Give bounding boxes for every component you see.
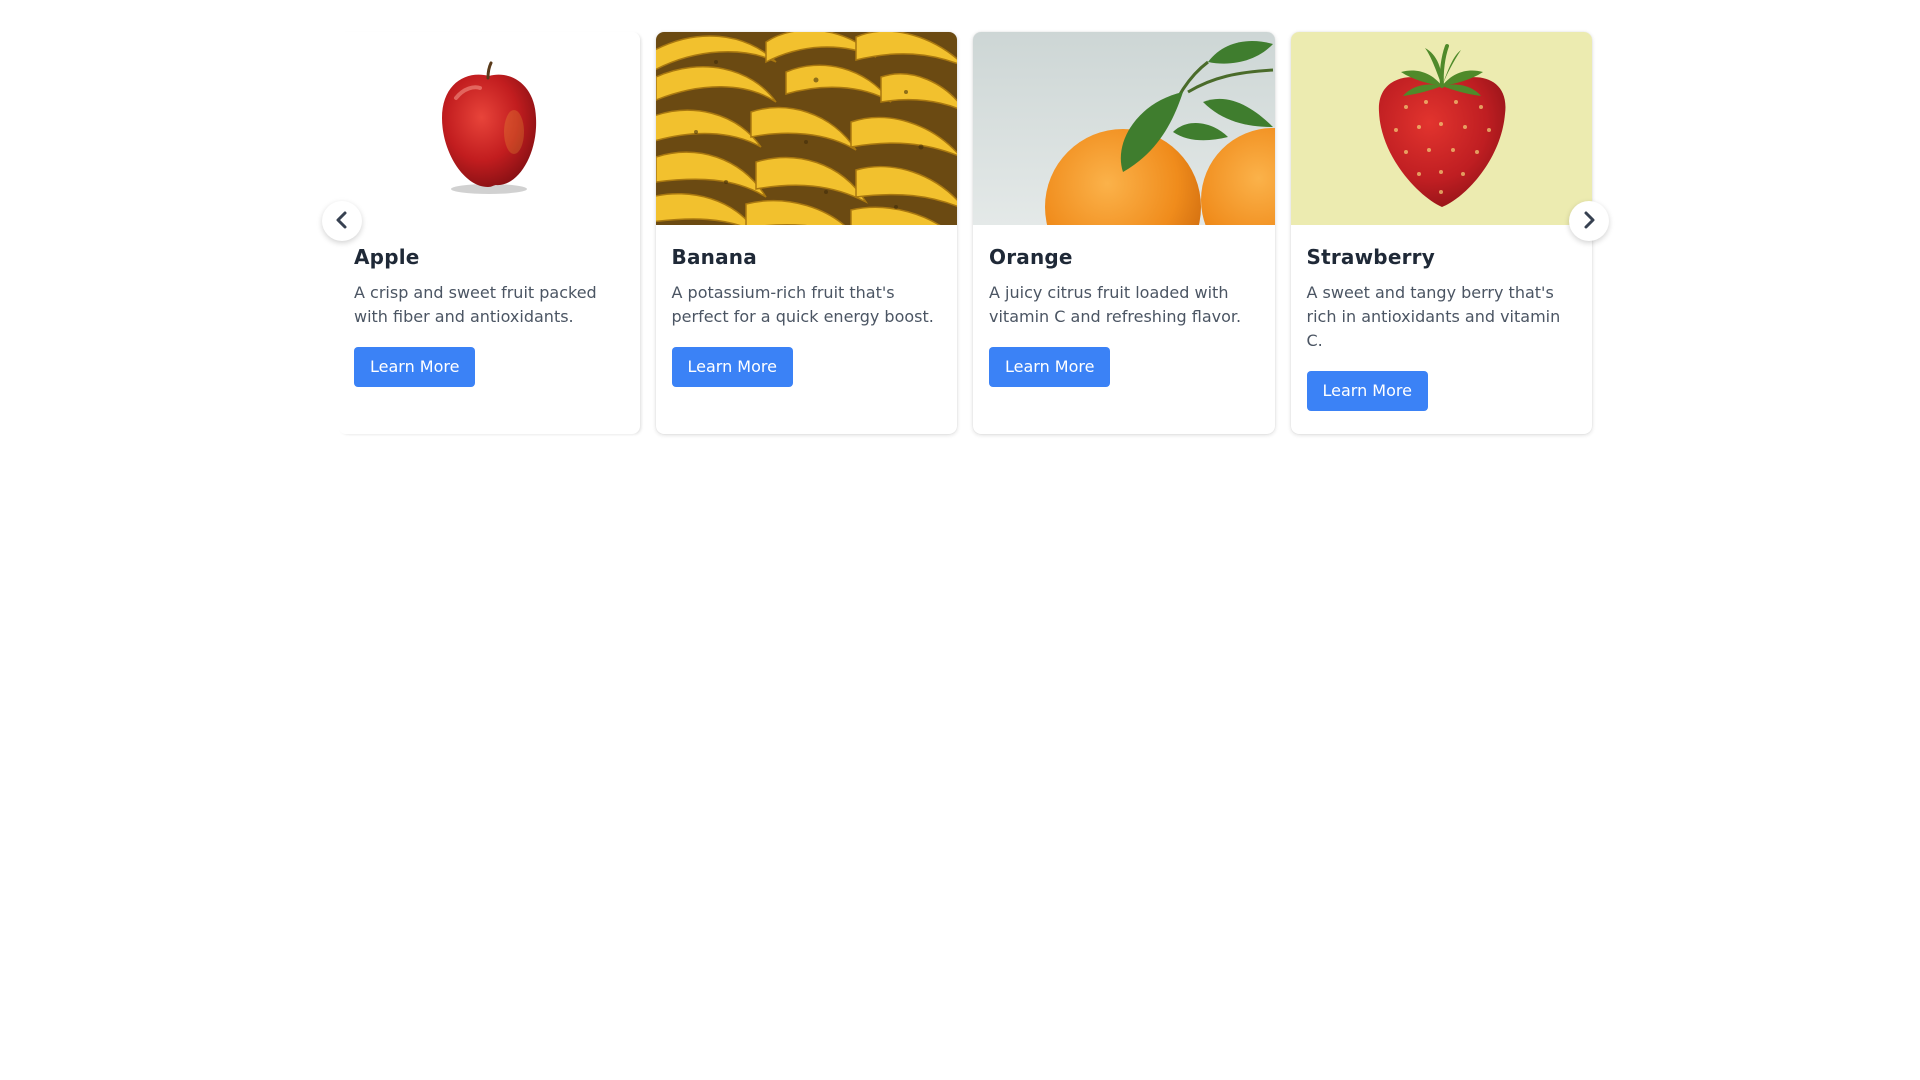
card-banana: Banana A potassium-rich fruit that's per…: [655, 32, 957, 434]
banana-image: [655, 32, 957, 225]
card-description: A crisp and sweet fruit packed with fibe…: [354, 283, 597, 326]
card-title: Apple: [354, 245, 420, 269]
apple-image: [338, 32, 640, 225]
learn-more-button[interactable]: Learn More: [671, 347, 793, 387]
card-title: Strawberry: [1306, 245, 1435, 269]
learn-more-button[interactable]: Learn More: [1306, 371, 1428, 411]
card-apple: Apple A crisp and sweet fruit packed wit…: [338, 32, 640, 434]
chevron-right-icon: [1579, 210, 1599, 233]
card-orange: Orange A juicy citrus fruit loaded with …: [973, 32, 1275, 434]
fruit-carousel: Apple A crisp and sweet fruit packed wit…: [338, 32, 1592, 434]
chevron-left-icon: [332, 210, 352, 233]
card-title: Banana: [671, 245, 757, 269]
orange-image: [973, 32, 1275, 225]
card-description: A juicy citrus fruit loaded with vitamin…: [989, 283, 1242, 326]
card-title: Orange: [989, 245, 1073, 269]
card-strawberry: Strawberry A sweet and tangy berry that'…: [1290, 32, 1592, 434]
strawberry-image: [1290, 32, 1592, 225]
card-description: A potassium-rich fruit that's perfect fo…: [671, 283, 934, 326]
carousel-track: Apple A crisp and sweet fruit packed wit…: [338, 32, 1592, 434]
learn-more-button[interactable]: Learn More: [354, 347, 476, 387]
learn-more-button[interactable]: Learn More: [989, 347, 1111, 387]
carousel-prev-button[interactable]: [322, 201, 362, 241]
card-description: A sweet and tangy berry that's rich in a…: [1306, 283, 1561, 350]
carousel-next-button[interactable]: [1569, 201, 1609, 241]
